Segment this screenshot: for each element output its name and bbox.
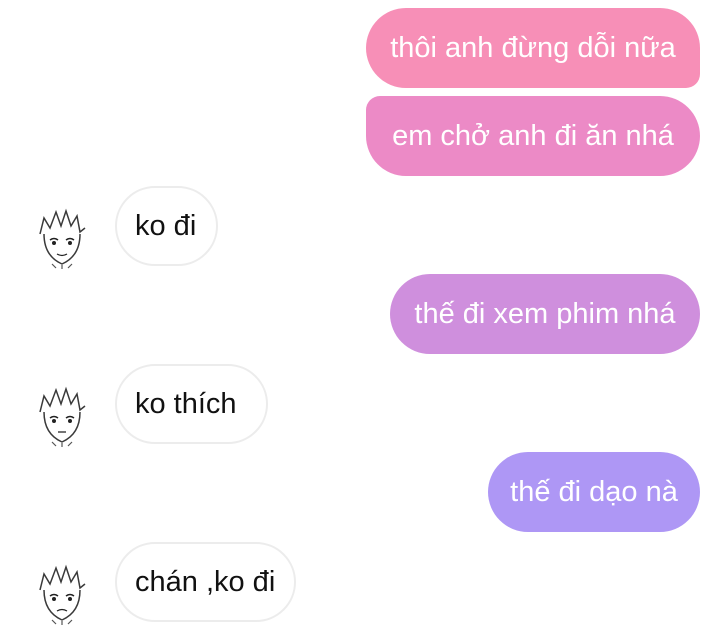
contact-avatar[interactable]: [30, 206, 94, 270]
outgoing-message[interactable]: thế đi xem phim nhá: [390, 274, 700, 354]
manga-boy-face-icon: [30, 0, 94, 14]
outgoing-message[interactable]: thôi anh đừng dỗi nữa: [366, 8, 700, 88]
outgoing-message[interactable]: thế đi dạo nà: [488, 452, 700, 532]
incoming-message[interactable]: ko thích: [115, 364, 268, 444]
incoming-message[interactable]: chán ,ko đi: [115, 542, 296, 622]
contact-avatar[interactable]: [30, 0, 94, 14]
manga-boy-face-icon: [39, 386, 86, 447]
chat-thread: thôi anh đừng dỗi nữa em chở anh đi ăn n…: [0, 0, 720, 630]
manga-boy-face-icon: [39, 208, 86, 269]
manga-boy-face-icon: [39, 564, 86, 625]
contact-avatar[interactable]: [30, 384, 94, 448]
incoming-message[interactable]: ko đi: [115, 186, 218, 266]
outgoing-message[interactable]: em chở anh đi ăn nhá: [366, 96, 700, 176]
contact-avatar[interactable]: [30, 562, 94, 626]
